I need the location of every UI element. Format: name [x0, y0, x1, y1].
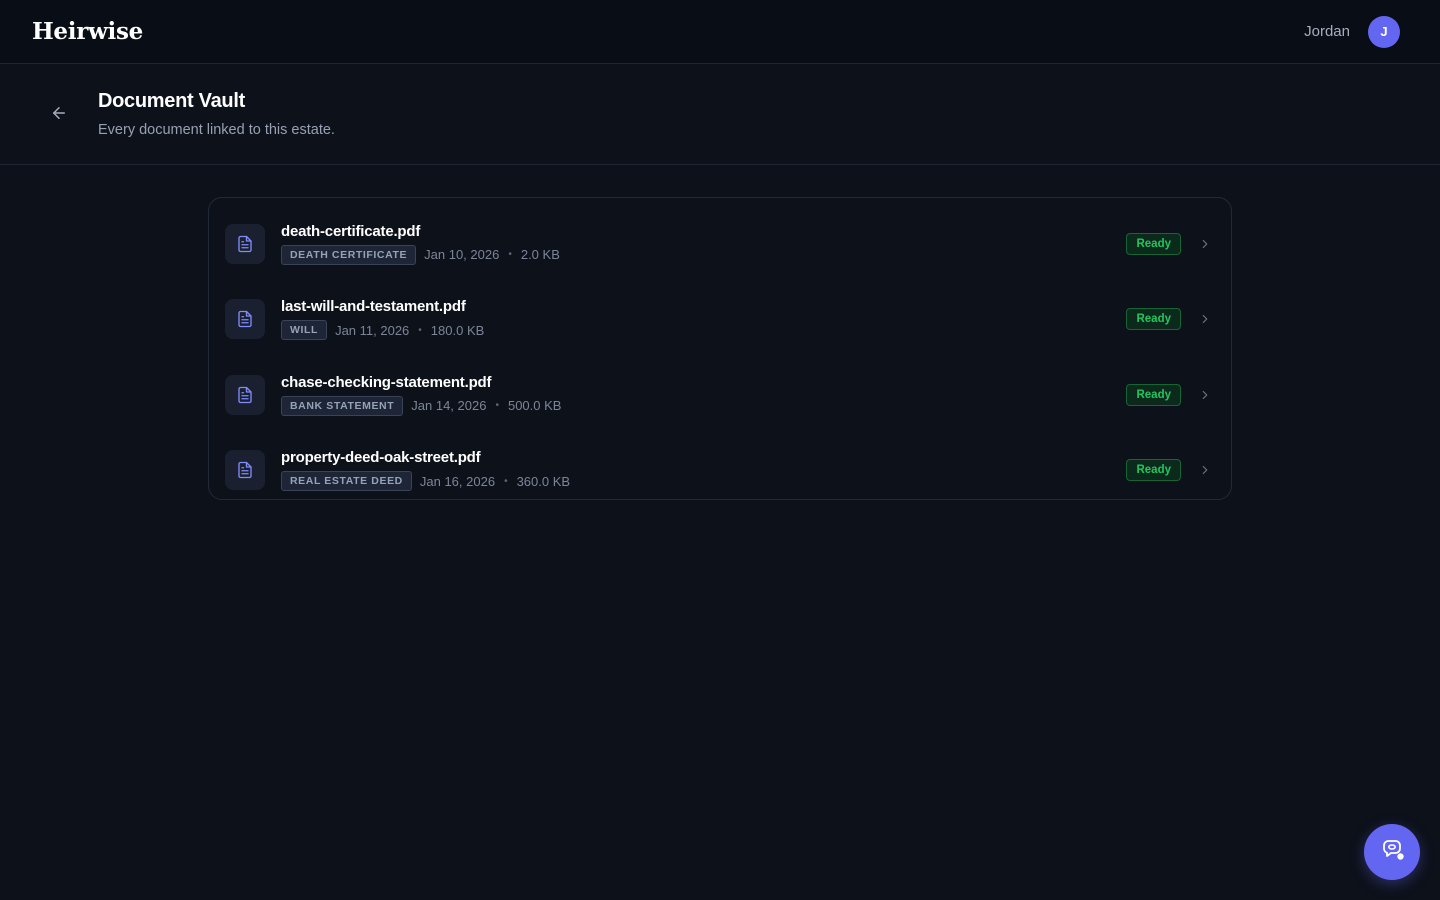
document-icon	[225, 299, 265, 340]
document-type-badge: BANK STATEMENT	[281, 395, 404, 416]
document-row[interactable]: property-deed-oak-street.pdf REAL ESTATE…	[225, 433, 1215, 509]
upload-date: Jan 11, 2026	[335, 322, 410, 338]
document-type-badge: REAL ESTATE DEED	[281, 471, 412, 492]
document-row[interactable]: last-will-and-testament.pdf WILL Jan 11,…	[225, 282, 1215, 358]
file-name[interactable]: last-will-and-testament.pdf	[281, 298, 1126, 315]
chevron-right-icon[interactable]	[1197, 236, 1213, 252]
meta-separator: •	[508, 249, 512, 261]
file-size: 500.0 KB	[507, 398, 562, 414]
file-name[interactable]: chase-checking-statement.pdf	[281, 374, 1126, 391]
app-logo[interactable]: Heirwise	[32, 18, 143, 45]
back-button[interactable]	[46, 102, 72, 128]
page-header: Document Vault Every document linked to …	[0, 64, 1440, 165]
meta-separator: •	[504, 475, 508, 487]
avatar[interactable]: J	[1368, 15, 1400, 48]
user-menu[interactable]: Jordan J	[1304, 15, 1400, 48]
chat-icon	[1378, 836, 1406, 869]
document-row[interactable]: death-certificate.pdf DEATH CERTIFICATE …	[225, 206, 1215, 282]
document-type-badge: DEATH CERTIFICATE	[281, 244, 417, 265]
chevron-right-icon[interactable]	[1197, 462, 1213, 478]
document-icon	[225, 450, 265, 491]
upload-date: Jan 10, 2026	[424, 247, 500, 263]
document-row[interactable]: chase-checking-statement.pdf BANK STATEM…	[225, 357, 1215, 433]
page-title: Document Vault	[98, 90, 245, 112]
status-badge: Ready	[1126, 308, 1181, 331]
page-subtitle: Every document linked to this estate.	[98, 122, 335, 138]
status-badge: Ready	[1126, 232, 1181, 255]
meta-separator: •	[418, 324, 422, 336]
document-icon	[225, 223, 265, 264]
document-list: death-certificate.pdf DEATH CERTIFICATE …	[208, 197, 1232, 500]
document-icon	[225, 374, 265, 415]
status-badge: Ready	[1126, 383, 1181, 406]
file-size: 2.0 KB	[520, 247, 560, 263]
arrow-left-icon	[50, 104, 68, 127]
meta-separator: •	[495, 400, 499, 412]
chevron-right-icon[interactable]	[1197, 387, 1213, 403]
assistant-chat-button[interactable]	[1364, 824, 1420, 880]
file-name[interactable]: death-certificate.pdf	[281, 223, 1126, 240]
chevron-right-icon[interactable]	[1197, 311, 1213, 327]
upload-date: Jan 16, 2026	[419, 473, 496, 489]
file-size: 360.0 KB	[516, 473, 571, 489]
upload-date: Jan 14, 2026	[411, 398, 487, 414]
status-badge: Ready	[1126, 459, 1181, 482]
top-navigation-bar: Heirwise Jordan J	[0, 0, 1440, 64]
document-type-badge: WILL	[281, 320, 328, 341]
file-size: 180.0 KB	[430, 322, 485, 338]
file-name[interactable]: property-deed-oak-street.pdf	[281, 449, 1126, 466]
user-name[interactable]: Jordan	[1304, 23, 1350, 40]
